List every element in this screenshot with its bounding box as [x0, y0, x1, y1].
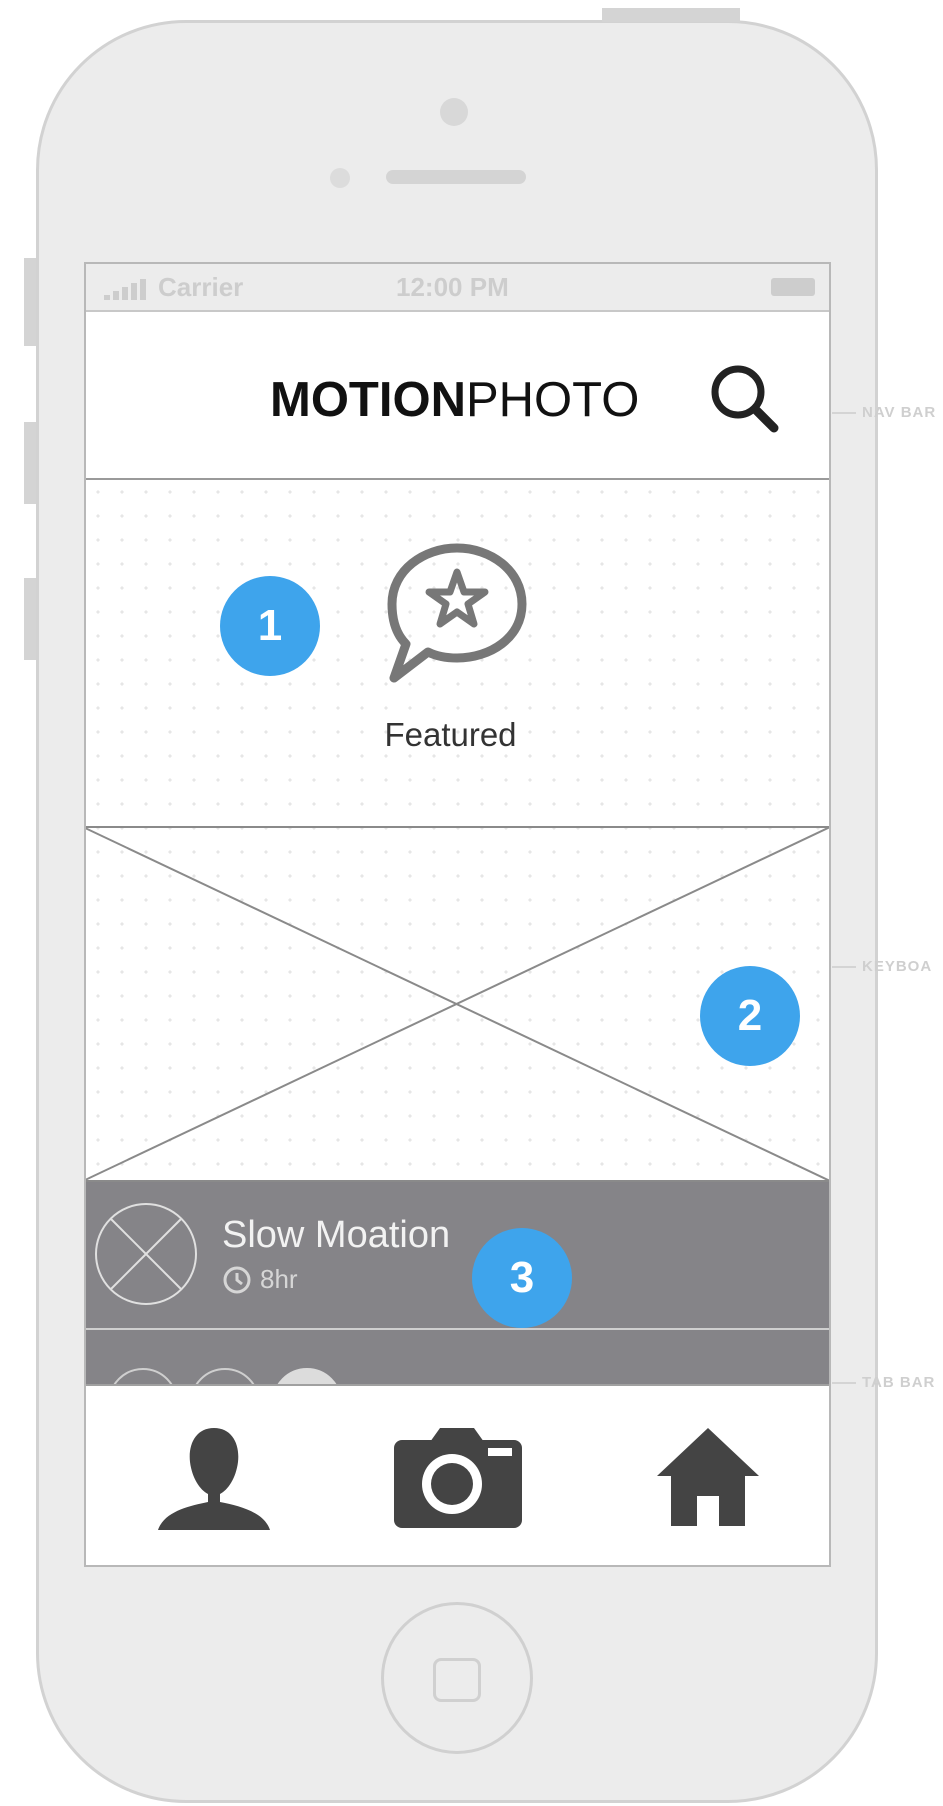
screen: Carrier 12:00 PM MOTIONPHOTO Featured Sl… [84, 262, 831, 1567]
chat-star-icon [387, 543, 527, 683]
phone-top-button [602, 8, 740, 22]
battery-icon [771, 278, 815, 296]
step-badge-3: 3 [472, 1228, 572, 1328]
annotation-navbar: NAV BAR [862, 404, 937, 421]
status-bar: Carrier 12:00 PM [86, 264, 829, 312]
signal-icon [104, 278, 152, 300]
list-item-title: Slow Moation [222, 1214, 451, 1256]
app-title-light: PHOTO [465, 373, 640, 427]
annotation-line-keyboard [832, 966, 856, 968]
step-badge-1: 1 [220, 576, 320, 676]
status-time: 12:00 PM [396, 272, 509, 302]
featured-section[interactable]: Featured [86, 480, 829, 826]
home-icon [657, 1428, 759, 1526]
app-title-bold: MOTION [270, 373, 466, 427]
annotation-line-tabbar [832, 1382, 856, 1384]
tab-profile[interactable] [144, 1422, 284, 1532]
featured-label: Featured [384, 716, 517, 753]
annotation-tabbar: TAB BAR [862, 1374, 936, 1391]
list-item-duration: 8hr [222, 1264, 298, 1295]
nav-bar: MOTIONPHOTO [86, 312, 829, 480]
search-icon[interactable] [708, 362, 782, 436]
tab-bar [86, 1384, 829, 1565]
tab-camera[interactable] [388, 1422, 528, 1532]
app-title: MOTIONPHOTO [270, 372, 639, 428]
phone-volume-down-button [24, 578, 36, 660]
annotation-line-navbar [832, 412, 856, 414]
phone-mute-switch [24, 258, 36, 346]
list-item[interactable]: Slow Moation 8hr [86, 1182, 829, 1328]
camera-icon [394, 1428, 522, 1528]
image-placeholder-circle [95, 1203, 197, 1305]
carrier-label: Carrier [158, 272, 244, 302]
home-button-square [433, 1658, 481, 1702]
user-icon [158, 1428, 270, 1530]
step-badge-2: 2 [700, 966, 800, 1066]
clock-icon [223, 1266, 251, 1293]
tab-home[interactable] [638, 1422, 778, 1532]
front-camera [440, 98, 468, 126]
list-item-duration-text: 8hr [260, 1264, 298, 1294]
earpiece-speaker [386, 170, 526, 184]
list-item[interactable] [86, 1330, 829, 1386]
proximity-sensor [330, 168, 350, 188]
phone-volume-up-button [24, 422, 36, 504]
annotation-keyboard: KEYBOA [862, 958, 933, 975]
